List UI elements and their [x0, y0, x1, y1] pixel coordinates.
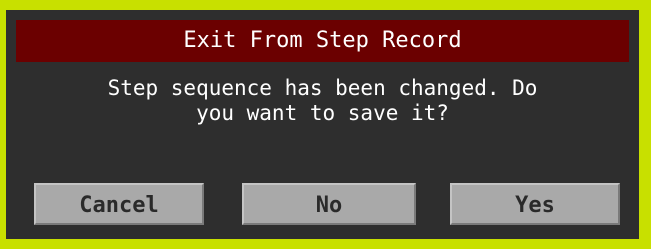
dialog-button-row: Cancel No Yes: [6, 183, 639, 225]
exit-step-record-dialog: Exit From Step Record Step sequence has …: [6, 10, 639, 239]
dialog-title: Exit From Step Record: [16, 20, 629, 62]
cancel-button[interactable]: Cancel: [34, 183, 204, 225]
yes-button[interactable]: Yes: [450, 183, 620, 225]
dialog-message: Step sequence has been changed. Do you w…: [107, 76, 538, 125]
dialog-frame: Exit From Step Record Step sequence has …: [0, 0, 651, 249]
no-button[interactable]: No: [242, 183, 416, 225]
